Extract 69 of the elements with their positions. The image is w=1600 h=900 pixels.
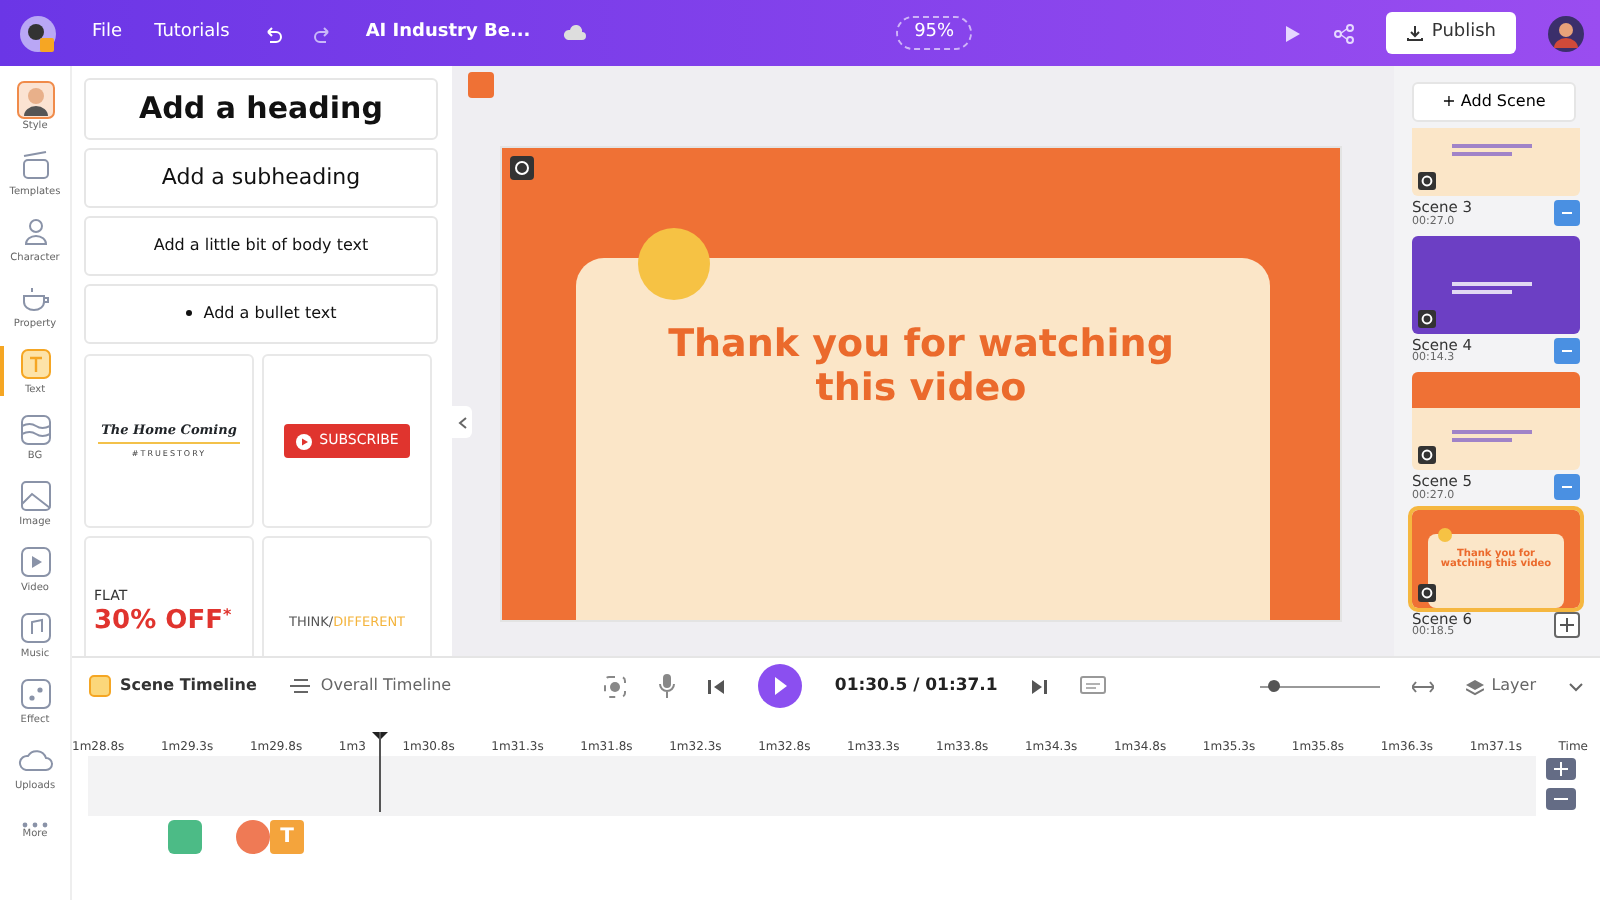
focus-icon [510, 156, 534, 180]
capture-icon[interactable] [604, 675, 627, 697]
logo-icon [16, 11, 60, 55]
more-icon [22, 822, 48, 829]
remove-button[interactable] [1554, 337, 1580, 364]
color-swatch[interactable] [468, 72, 494, 98]
plus-icon [1560, 617, 1574, 632]
play-icon [295, 433, 312, 449]
layer-button[interactable]: Layer [1465, 674, 1536, 698]
remove-button[interactable] [1554, 200, 1580, 227]
download-icon [1405, 24, 1424, 42]
bullet-preset[interactable]: Add a bullet text [84, 284, 438, 344]
skip-back-icon[interactable] [708, 677, 727, 695]
play-icon[interactable] [1281, 23, 1302, 43]
zoom-in-button[interactable] [1546, 758, 1576, 780]
text-lines-drawing [1452, 142, 1532, 162]
microphone-icon[interactable] [658, 674, 677, 698]
share-icon[interactable] [1333, 23, 1354, 43]
text-icon [15, 343, 55, 384]
timeline-tab[interactable]: Scene Timeline [88, 674, 257, 698]
focus-icon [1418, 309, 1436, 328]
image-icon [15, 475, 55, 516]
add-button[interactable] [1554, 611, 1580, 638]
play-button-icon[interactable] [758, 664, 803, 708]
scene-thumbnail[interactable] [1412, 235, 1580, 334]
circle-element[interactable] [236, 820, 270, 854]
film-icon [88, 674, 112, 698]
layers-icon [1465, 677, 1484, 695]
publish-button[interactable]: Publish [1385, 11, 1517, 55]
cloud-icon [562, 24, 587, 42]
playback-time: 01:30.5 / 01:37.1 [834, 673, 998, 699]
zoom-dropdown[interactable]: 95% [896, 15, 973, 51]
heading-preset[interactable]: Add a heading [84, 78, 438, 139]
remove-button[interactable] [1554, 474, 1580, 501]
text-lines-drawing [1452, 279, 1532, 300]
minus-icon [1554, 792, 1568, 806]
video-icon [15, 541, 55, 582]
focus-icon [1418, 172, 1436, 190]
layers-icon [288, 674, 313, 698]
scene-thumbnail[interactable] [1412, 372, 1580, 471]
skip-forward-icon[interactable] [1029, 677, 1048, 695]
bullet-dot [185, 310, 192, 317]
character-avatar-icon [15, 79, 55, 120]
waves-icon [15, 409, 55, 450]
project-title[interactable]: AI Industry Be... [365, 19, 531, 47]
music-icon [15, 607, 55, 648]
subtitle-icon[interactable] [1079, 675, 1106, 697]
fit-width-icon[interactable] [1411, 679, 1434, 693]
body-preset[interactable]: Add a little bit of body text [84, 216, 438, 276]
avatar-icon[interactable] [1548, 15, 1585, 51]
focus-icon [1418, 583, 1436, 602]
collapse-handle[interactable] [452, 406, 472, 438]
template-headline: 30% OFF$^{*}$ [94, 607, 232, 633]
add-scene-button[interactable]: + Add Scene [1412, 82, 1576, 122]
focus-icon [1418, 446, 1436, 465]
chevron-down-icon[interactable] [1568, 681, 1584, 691]
circle-shape [638, 228, 710, 300]
zoom-slider-thumb[interactable] [1267, 680, 1280, 692]
playhead-drawing [372, 732, 388, 812]
chevron-left-icon [457, 415, 467, 429]
zoom-out-button[interactable] [1546, 788, 1576, 810]
plus-icon [1554, 762, 1568, 776]
slide-title: Thank you for watching this video [666, 324, 1176, 412]
menu-item[interactable]: Tutorials [154, 19, 230, 47]
timeline-tab[interactable]: Overall Timeline [288, 674, 452, 698]
menu-item[interactable]: File [92, 19, 123, 47]
subheading-preset[interactable]: Add a subheading [84, 147, 438, 208]
undo-icon[interactable] [261, 23, 282, 43]
redo-icon[interactable] [313, 23, 334, 43]
